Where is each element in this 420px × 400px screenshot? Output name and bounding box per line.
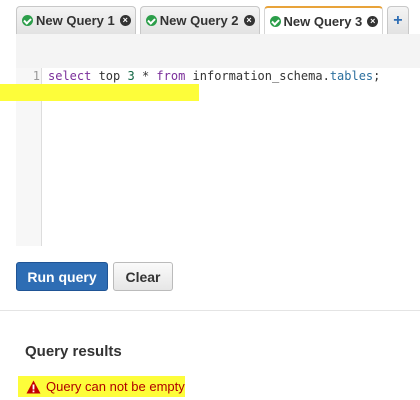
plus-icon: + <box>393 11 403 29</box>
tab-label: New Query 2 <box>159 13 239 28</box>
sql-number: 3 <box>127 69 135 83</box>
tab-new-query-3[interactable]: New Query 3 × <box>263 6 384 35</box>
clear-button[interactable]: Clear <box>113 262 173 291</box>
sql-text: information_schema. <box>185 69 330 83</box>
query-editor-panel: 1 2 select top 3 * from information_sche… <box>16 34 420 246</box>
line-number: 1 <box>32 69 40 83</box>
warning-icon <box>26 380 41 393</box>
tab-new-query-2[interactable]: New Query 2 × <box>139 6 260 34</box>
sql-text: * <box>134 69 157 83</box>
query-tab-bar: New Query 1 × New Query 2 × New Query 3 … <box>16 6 409 35</box>
add-tab-button[interactable]: + <box>387 6 409 34</box>
check-circle-icon <box>22 15 33 26</box>
results-title: Query results <box>25 343 122 360</box>
section-divider <box>0 310 420 311</box>
check-circle-icon <box>269 16 281 27</box>
tab-label: New Query 1 <box>36 13 115 28</box>
error-text: Query can not be empty <box>46 379 185 394</box>
sql-text: ; <box>373 69 381 83</box>
sql-table-name: tables <box>329 69 374 83</box>
run-query-button[interactable]: Run query <box>16 262 108 291</box>
error-message: Query can not be empty <box>18 376 185 397</box>
tab-new-query-1[interactable]: New Query 1 × <box>16 6 136 34</box>
current-line-highlight <box>0 84 199 101</box>
close-icon[interactable]: × <box>119 15 131 26</box>
sql-keyword: from <box>156 69 186 83</box>
check-circle-icon <box>145 15 157 26</box>
sql-text: top <box>91 69 128 83</box>
tab-label: New Query 3 <box>283 14 363 29</box>
close-icon[interactable]: × <box>367 16 379 27</box>
close-icon[interactable]: × <box>243 15 255 26</box>
sql-keyword: select <box>48 69 92 83</box>
code-line-1: select top 3 * from information_schema.t… <box>48 69 380 83</box>
